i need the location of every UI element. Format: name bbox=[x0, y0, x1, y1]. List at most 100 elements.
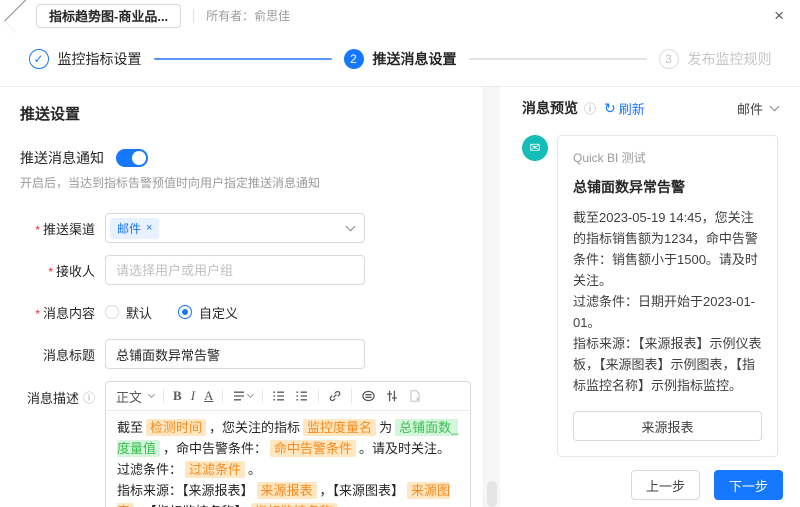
dialog-footer: 上一步 下一步 bbox=[631, 470, 783, 500]
editor-content[interactable]: 截至检测时间，您关注的指标监控度量名为总铺面数_度量值，命中告警条件：命中告警条… bbox=[106, 411, 470, 507]
notify-hint: 开启后，当达到指标告警预值时向用户指定推送消息通知 bbox=[20, 174, 471, 191]
editor-text: 过滤条件： bbox=[117, 462, 182, 477]
dialog-body: 推送设置 推送消息通知 开启后，当达到指标告警预值时向用户指定推送消息通知 推送… bbox=[0, 87, 800, 507]
editor-variable-tag[interactable]: 检测时间 bbox=[146, 419, 206, 436]
refresh-label: 刷新 bbox=[619, 99, 645, 118]
editor-text: 。 bbox=[248, 462, 261, 477]
mail-body-line: 过滤条件：日期开始于2023-01-01。 bbox=[573, 291, 762, 333]
channel-tag-label: 邮件 bbox=[117, 220, 141, 237]
report-title: 指标趋势图-商业品... bbox=[49, 6, 168, 25]
desc-label-text: 消息描述 bbox=[27, 388, 79, 407]
step-2[interactable]: 2 推送消息设置 bbox=[344, 49, 457, 69]
scrollbar[interactable] bbox=[484, 87, 500, 507]
link-icon bbox=[328, 389, 342, 403]
editor-variable-tag[interactable]: 来源报表 bbox=[257, 482, 317, 499]
clear-format-button[interactable] bbox=[408, 389, 422, 403]
insert-field-button[interactable] bbox=[361, 389, 376, 403]
prev-step-button[interactable]: 上一步 bbox=[631, 470, 700, 500]
editor-text: ，您关注的指标 bbox=[209, 420, 300, 435]
message-description-editor: 正文 B I A bbox=[105, 381, 471, 507]
adjust-sliders-icon bbox=[385, 389, 399, 403]
tag-remove-icon[interactable]: × bbox=[146, 223, 152, 234]
notify-toggle[interactable] bbox=[116, 149, 148, 167]
chevron-down-icon bbox=[247, 391, 254, 398]
refresh-button[interactable]: ↻ 刷新 bbox=[604, 99, 645, 118]
radio-label: 自定义 bbox=[199, 303, 238, 322]
ordered-list-button[interactable] bbox=[295, 389, 309, 403]
back-button[interactable] bbox=[10, 5, 32, 27]
line-height-button[interactable] bbox=[232, 389, 253, 403]
step-indicator: ✓ 监控指标设置 2 推送消息设置 3发布监控规则 bbox=[0, 31, 800, 87]
scrollbar-thumb[interactable] bbox=[487, 481, 497, 507]
chevron-down-icon bbox=[148, 391, 155, 398]
paragraph-style-select[interactable]: 正文 bbox=[116, 387, 154, 406]
editor-text: 。请及时关注。 bbox=[359, 441, 450, 456]
preview-title: 消息预览 bbox=[522, 98, 578, 118]
message-title-input[interactable] bbox=[105, 339, 365, 369]
info-icon[interactable]: ⓘ bbox=[83, 389, 95, 406]
report-title-box[interactable]: 指标趋势图-商业品... bbox=[36, 4, 181, 28]
notify-toggle-label: 推送消息通知 bbox=[20, 148, 104, 168]
preview-channel-select[interactable]: 邮件 bbox=[737, 99, 778, 118]
toolbar-divider bbox=[222, 389, 223, 403]
toggle-knob bbox=[132, 151, 146, 165]
receiver-label: 接收人 bbox=[20, 261, 105, 280]
bold-button[interactable]: B bbox=[173, 388, 182, 404]
editor-text: 指标来源：【来源报表】 bbox=[117, 483, 254, 498]
bullet-list-button[interactable] bbox=[272, 389, 286, 403]
push-settings-panel: 推送设置 推送消息通知 开启后，当达到指标告警预值时向用户指定推送消息通知 推送… bbox=[0, 87, 484, 507]
mail-body-line: 指标来源：【来源报表】示例仪表板，【来源图表】示例图表，【指标监控名称】示例指标… bbox=[573, 333, 762, 396]
step-3[interactable]: 3发布监控规则 bbox=[659, 49, 772, 69]
mail-body: 截至2023-05-19 14:45，您关注的指标销售额为1234，命中告警条件… bbox=[573, 207, 762, 396]
adjust-button[interactable] bbox=[385, 389, 399, 403]
step-label: 推送消息设置 bbox=[373, 49, 457, 69]
chevron-down-icon bbox=[770, 102, 780, 112]
toolbar-divider bbox=[351, 389, 352, 403]
monitor-rule-dialog: 指标趋势图-商业品... 所有者：俞思佳 × ✓ 监控指标设置 2 推送消息设置 3发布… bbox=[0, 0, 800, 507]
title-field-label: 消息标题 bbox=[20, 345, 105, 364]
editor-variable-tag[interactable]: 命中告警条件 bbox=[270, 440, 356, 457]
radio-icon bbox=[178, 305, 192, 319]
editor-variable-tag[interactable]: 监控度量名 bbox=[303, 419, 376, 436]
dialog-header: 指标趋势图-商业品... 所有者：俞思佳 × bbox=[0, 0, 800, 31]
close-icon[interactable]: × bbox=[774, 7, 784, 24]
content-mode-options: 默认 自定义 bbox=[105, 297, 238, 327]
channel-label: 推送渠道 bbox=[20, 219, 105, 238]
line-height-icon bbox=[232, 389, 246, 403]
clear-format-icon bbox=[408, 389, 422, 403]
step-1[interactable]: ✓ 监控指标设置 bbox=[29, 49, 142, 69]
toolbar-divider bbox=[318, 389, 319, 403]
step-label: 监控指标设置 bbox=[58, 49, 142, 69]
editor-toolbar: 正文 B I A bbox=[106, 382, 470, 411]
underline-button[interactable]: A bbox=[204, 388, 213, 404]
editor-variable-tag[interactable]: 指标监控名称 bbox=[251, 503, 337, 507]
sender-name: Quick BI 测试 bbox=[573, 149, 762, 166]
vertical-divider bbox=[193, 9, 194, 23]
chevron-left-icon bbox=[3, 0, 38, 33]
info-icon[interactable]: ⓘ bbox=[584, 100, 596, 117]
italic-button[interactable]: I bbox=[191, 388, 195, 404]
radio-icon bbox=[105, 305, 119, 319]
message-preview-panel: 消息预览 ⓘ ↻ 刷新 邮件 ✉ Quick BI 测试 总铺面数异常告警 截至… bbox=[500, 87, 800, 507]
radio-label: 默认 bbox=[126, 303, 152, 322]
step-label: 发布监控规则 bbox=[688, 49, 772, 69]
desc-field-label: 消息描述ⓘ bbox=[20, 381, 105, 407]
next-step-button[interactable]: 下一步 bbox=[714, 470, 783, 500]
channel-select[interactable]: 邮件 × bbox=[105, 213, 365, 243]
editor-text: ，【来源图表】 bbox=[320, 483, 405, 498]
editor-variable-tag[interactable]: 过滤条件 bbox=[185, 461, 245, 478]
link-button[interactable] bbox=[328, 389, 342, 403]
chevron-down-icon bbox=[346, 222, 356, 232]
mail-title: 总铺面数异常告警 bbox=[573, 177, 762, 197]
toolbar-divider bbox=[262, 389, 263, 403]
radio-option-自定义[interactable]: 自定义 bbox=[178, 303, 238, 322]
content-mode-label: 消息内容 bbox=[20, 303, 105, 322]
source-report-button[interactable]: 来源报表 bbox=[573, 411, 762, 441]
step-check-icon: ✓ bbox=[29, 49, 49, 69]
preview-header: 消息预览 ⓘ ↻ 刷新 邮件 bbox=[522, 98, 778, 118]
step-number: 2 bbox=[344, 49, 364, 69]
receiver-input[interactable] bbox=[105, 255, 365, 285]
mail-preview-card: Quick BI 测试 总铺面数异常告警 截至2023-05-19 14:45，… bbox=[557, 135, 778, 457]
radio-option-默认[interactable]: 默认 bbox=[105, 303, 152, 322]
mail-icon: ✉ bbox=[530, 140, 541, 156]
